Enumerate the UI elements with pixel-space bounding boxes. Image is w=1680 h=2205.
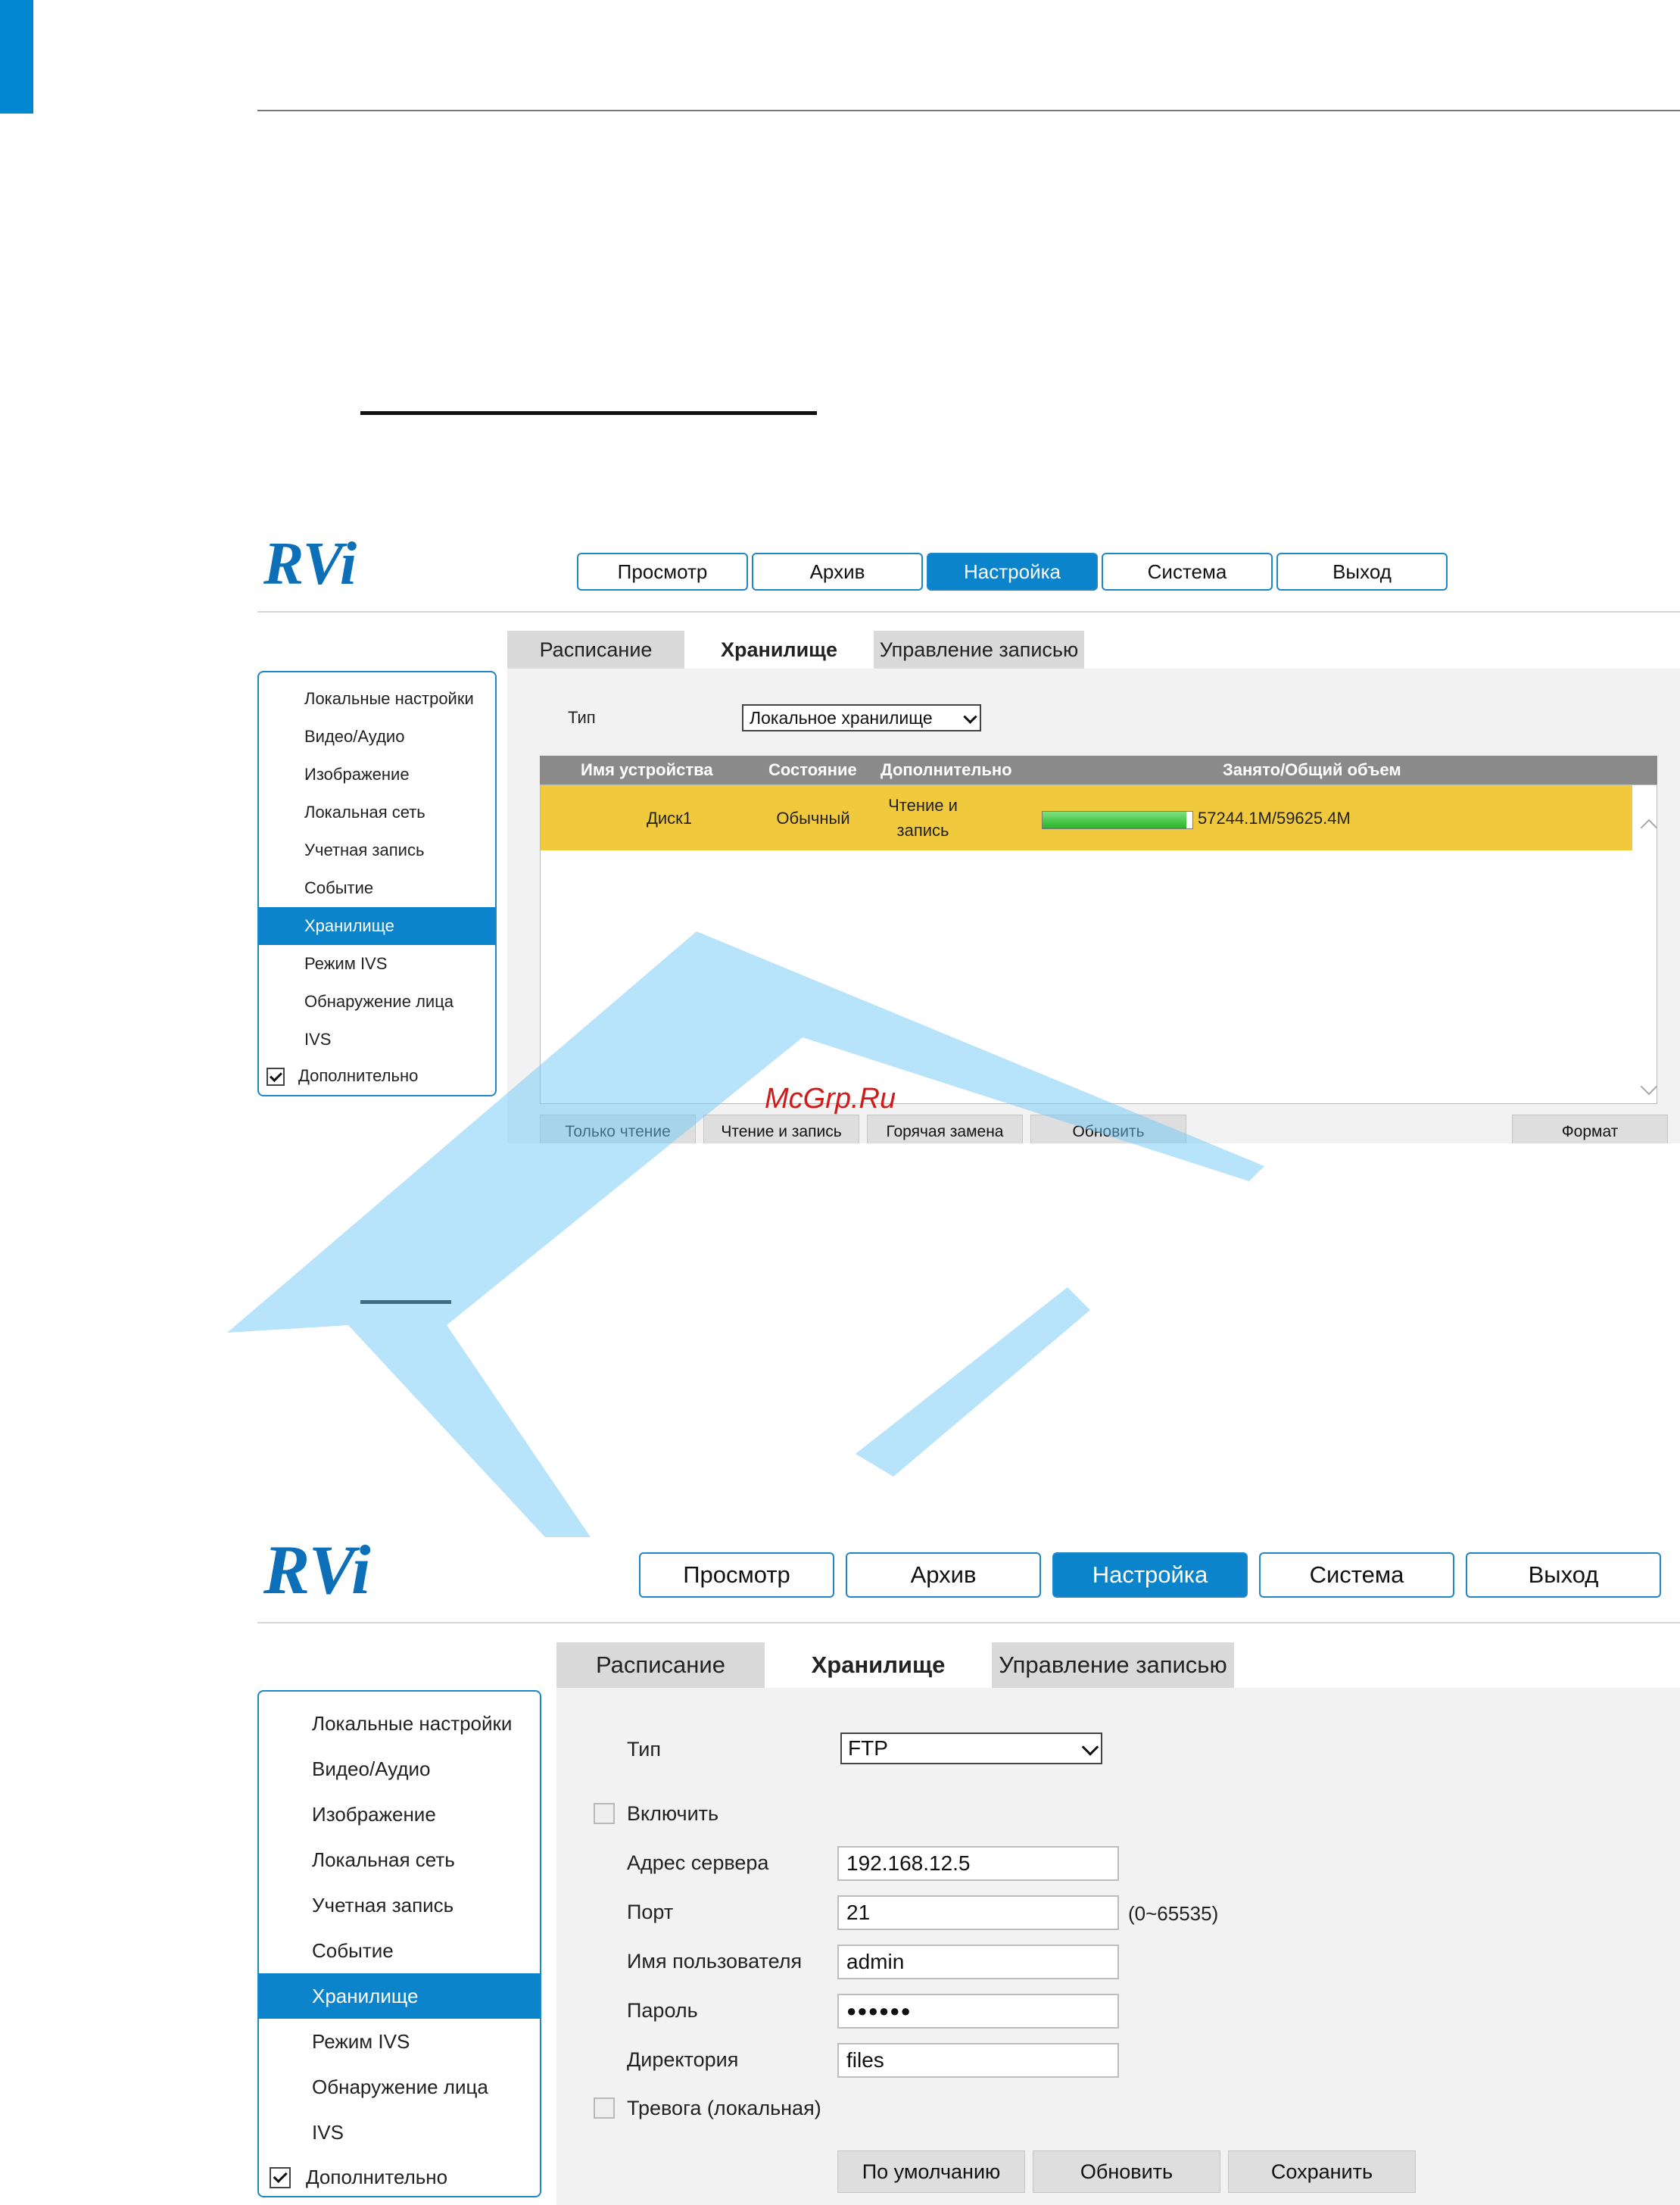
enable-checkbox[interactable] bbox=[594, 1803, 615, 1824]
watermark-text: McGrp.Ru bbox=[765, 1083, 896, 1115]
section-heading-underline bbox=[360, 411, 817, 415]
chevron-down-icon bbox=[963, 710, 977, 724]
sidebar-item-ivs[interactable]: IVS bbox=[259, 2110, 540, 2155]
screenshot-local-storage: RVi Просмотр Архив Настройка Система Вых… bbox=[257, 530, 1680, 1143]
alarm-checkbox[interactable] bbox=[594, 2097, 615, 2119]
advanced-label: Дополнительно bbox=[306, 2166, 448, 2188]
extra-line-2: запись bbox=[896, 821, 949, 840]
nav-button-archive[interactable]: Архив bbox=[846, 1552, 1041, 1598]
nav-button-view[interactable]: Просмотр bbox=[639, 1552, 834, 1598]
nav-button-system[interactable]: Система bbox=[1259, 1552, 1454, 1598]
usage-progress-bar bbox=[1042, 811, 1193, 829]
section-heading-underline bbox=[360, 1300, 451, 1304]
usage-text-cell: 57244.1M/59625.4M bbox=[1198, 808, 1351, 828]
advanced-checkbox[interactable] bbox=[266, 1068, 285, 1086]
sidebar-item-local-network[interactable]: Локальная сеть bbox=[259, 794, 495, 831]
port-label: Порт bbox=[627, 1901, 674, 1923]
sidebar-item-event[interactable]: Событие bbox=[259, 869, 495, 907]
read-only-button[interactable]: Только чтение bbox=[540, 1115, 696, 1143]
usage-progress-fill bbox=[1043, 812, 1187, 828]
tab-storage[interactable]: Хранилище bbox=[765, 1642, 992, 1688]
port-range-hint: (0~65535) bbox=[1128, 1902, 1219, 1925]
sidebar-item-local-settings[interactable]: Локальные настройки bbox=[259, 1701, 540, 1746]
format-button[interactable]: Формат bbox=[1512, 1115, 1668, 1143]
nav-button-system[interactable]: Система bbox=[1102, 553, 1273, 591]
enable-label: Включить bbox=[627, 1802, 719, 1825]
sidebar-item-storage[interactable]: Хранилище bbox=[259, 907, 495, 945]
sidebar-item-local-settings[interactable]: Локальные настройки bbox=[259, 680, 495, 718]
settings-sidebar: Локальные настройки Видео/Аудио Изображе… bbox=[257, 671, 497, 1096]
nav-button-settings[interactable]: Настройка bbox=[1052, 1552, 1248, 1598]
alarm-label: Тревога (локальная) bbox=[627, 2097, 821, 2119]
sidebar-item-face-detection[interactable]: Обнаружение лица bbox=[259, 2064, 540, 2110]
extra-cell: Чтение и запись bbox=[866, 785, 980, 850]
server-address-input[interactable]: 192.168.12.5 bbox=[837, 1846, 1119, 1881]
disk-table-header: Имя устройства Состояние Дополнительно З… bbox=[540, 756, 1657, 784]
directory-input[interactable]: files bbox=[837, 2043, 1119, 2078]
type-label: Тип bbox=[627, 1738, 662, 1761]
refresh-button[interactable]: Обновить bbox=[1033, 2150, 1220, 2193]
password-input[interactable]: ●●●●●● bbox=[837, 1994, 1119, 2029]
table-row[interactable]: Диск1 Обычный Чтение и запись 57244.1M/5… bbox=[541, 785, 1632, 850]
column-device-name: Имя устройства bbox=[581, 760, 713, 779]
screenshot-ftp-storage: RVi Просмотр Архив Настройка Система Вых… bbox=[257, 1530, 1680, 2205]
column-extra: Дополнительно bbox=[881, 760, 1012, 779]
header-divider bbox=[257, 1622, 1680, 1623]
sidebar-item-account[interactable]: Учетная запись bbox=[259, 1882, 540, 1928]
hot-swap-button[interactable]: Горячая замена bbox=[867, 1115, 1023, 1143]
nav-button-exit[interactable]: Выход bbox=[1466, 1552, 1661, 1598]
sidebar-item-face-detection[interactable]: Обнаружение лица bbox=[259, 983, 495, 1021]
sidebar-item-ivs-mode[interactable]: Режим IVS bbox=[259, 2019, 540, 2064]
device-name-cell: Диск1 bbox=[646, 808, 693, 828]
sidebar-item-storage[interactable]: Хранилище bbox=[259, 1973, 540, 2019]
advanced-label: Дополнительно bbox=[298, 1066, 419, 1085]
storage-type-select[interactable]: FTP bbox=[840, 1732, 1102, 1764]
directory-label: Директория bbox=[627, 2048, 739, 2071]
port-input[interactable]: 21 bbox=[837, 1895, 1119, 1930]
sidebar-item-event[interactable]: Событие bbox=[259, 1928, 540, 1973]
sidebar-item-image[interactable]: Изображение bbox=[259, 756, 495, 794]
nav-button-view[interactable]: Просмотр bbox=[577, 553, 748, 591]
header-divider bbox=[257, 611, 1680, 613]
default-button[interactable]: По умолчанию bbox=[837, 2150, 1025, 2193]
column-usage: Занято/Общий объем bbox=[1223, 760, 1401, 779]
advanced-checkbox[interactable] bbox=[270, 2167, 291, 2188]
rvi-logo: RVi bbox=[263, 1531, 371, 1608]
read-write-button[interactable]: Чтение и запись bbox=[703, 1115, 859, 1143]
rvi-logo: RVi bbox=[263, 531, 357, 597]
tab-storage[interactable]: Хранилище bbox=[684, 631, 874, 669]
page-corner-tab bbox=[0, 0, 33, 114]
sidebar-item-video-audio[interactable]: Видео/Аудио bbox=[259, 718, 495, 756]
refresh-button[interactable]: Обновить bbox=[1030, 1115, 1186, 1143]
sidebar-item-video-audio[interactable]: Видео/Аудио bbox=[259, 1746, 540, 1792]
tab-schedule[interactable]: Расписание bbox=[507, 631, 684, 669]
username-input[interactable]: admin bbox=[837, 1945, 1119, 1979]
tab-record-control[interactable]: Управление записью bbox=[874, 631, 1084, 669]
username-label: Имя пользователя bbox=[627, 1950, 803, 1973]
nav-button-archive[interactable]: Архив bbox=[752, 553, 923, 591]
storage-type-value: FTP bbox=[848, 1736, 888, 1760]
column-state: Состояние bbox=[768, 760, 857, 779]
tab-record-control[interactable]: Управление записью bbox=[992, 1642, 1234, 1688]
page-header-rule bbox=[257, 110, 1680, 111]
sidebar-item-local-network[interactable]: Локальная сеть bbox=[259, 1837, 540, 1882]
password-label: Пароль bbox=[627, 1999, 698, 2022]
sidebar-item-ivs[interactable]: IVS bbox=[259, 1021, 495, 1059]
sidebar-item-account[interactable]: Учетная запись bbox=[259, 831, 495, 869]
nav-button-settings[interactable]: Настройка bbox=[927, 553, 1098, 591]
extra-line-1: Чтение и bbox=[888, 796, 958, 815]
state-cell: Обычный bbox=[776, 808, 850, 828]
storage-type-value: Локальное хранилище bbox=[750, 707, 933, 728]
storage-type-select[interactable]: Локальное хранилище bbox=[742, 704, 981, 731]
server-address-label: Адрес сервера bbox=[627, 1851, 769, 1874]
sidebar-item-ivs-mode[interactable]: Режим IVS bbox=[259, 945, 495, 983]
chevron-down-icon bbox=[1081, 1739, 1099, 1756]
sidebar-item-image[interactable]: Изображение bbox=[259, 1792, 540, 1837]
nav-button-exit[interactable]: Выход bbox=[1276, 553, 1448, 591]
settings-sidebar: Локальные настройки Видео/Аудио Изображе… bbox=[257, 1690, 541, 2197]
save-button[interactable]: Сохранить bbox=[1228, 2150, 1416, 2193]
tab-schedule[interactable]: Расписание bbox=[556, 1642, 765, 1688]
type-label: Тип bbox=[568, 708, 596, 727]
